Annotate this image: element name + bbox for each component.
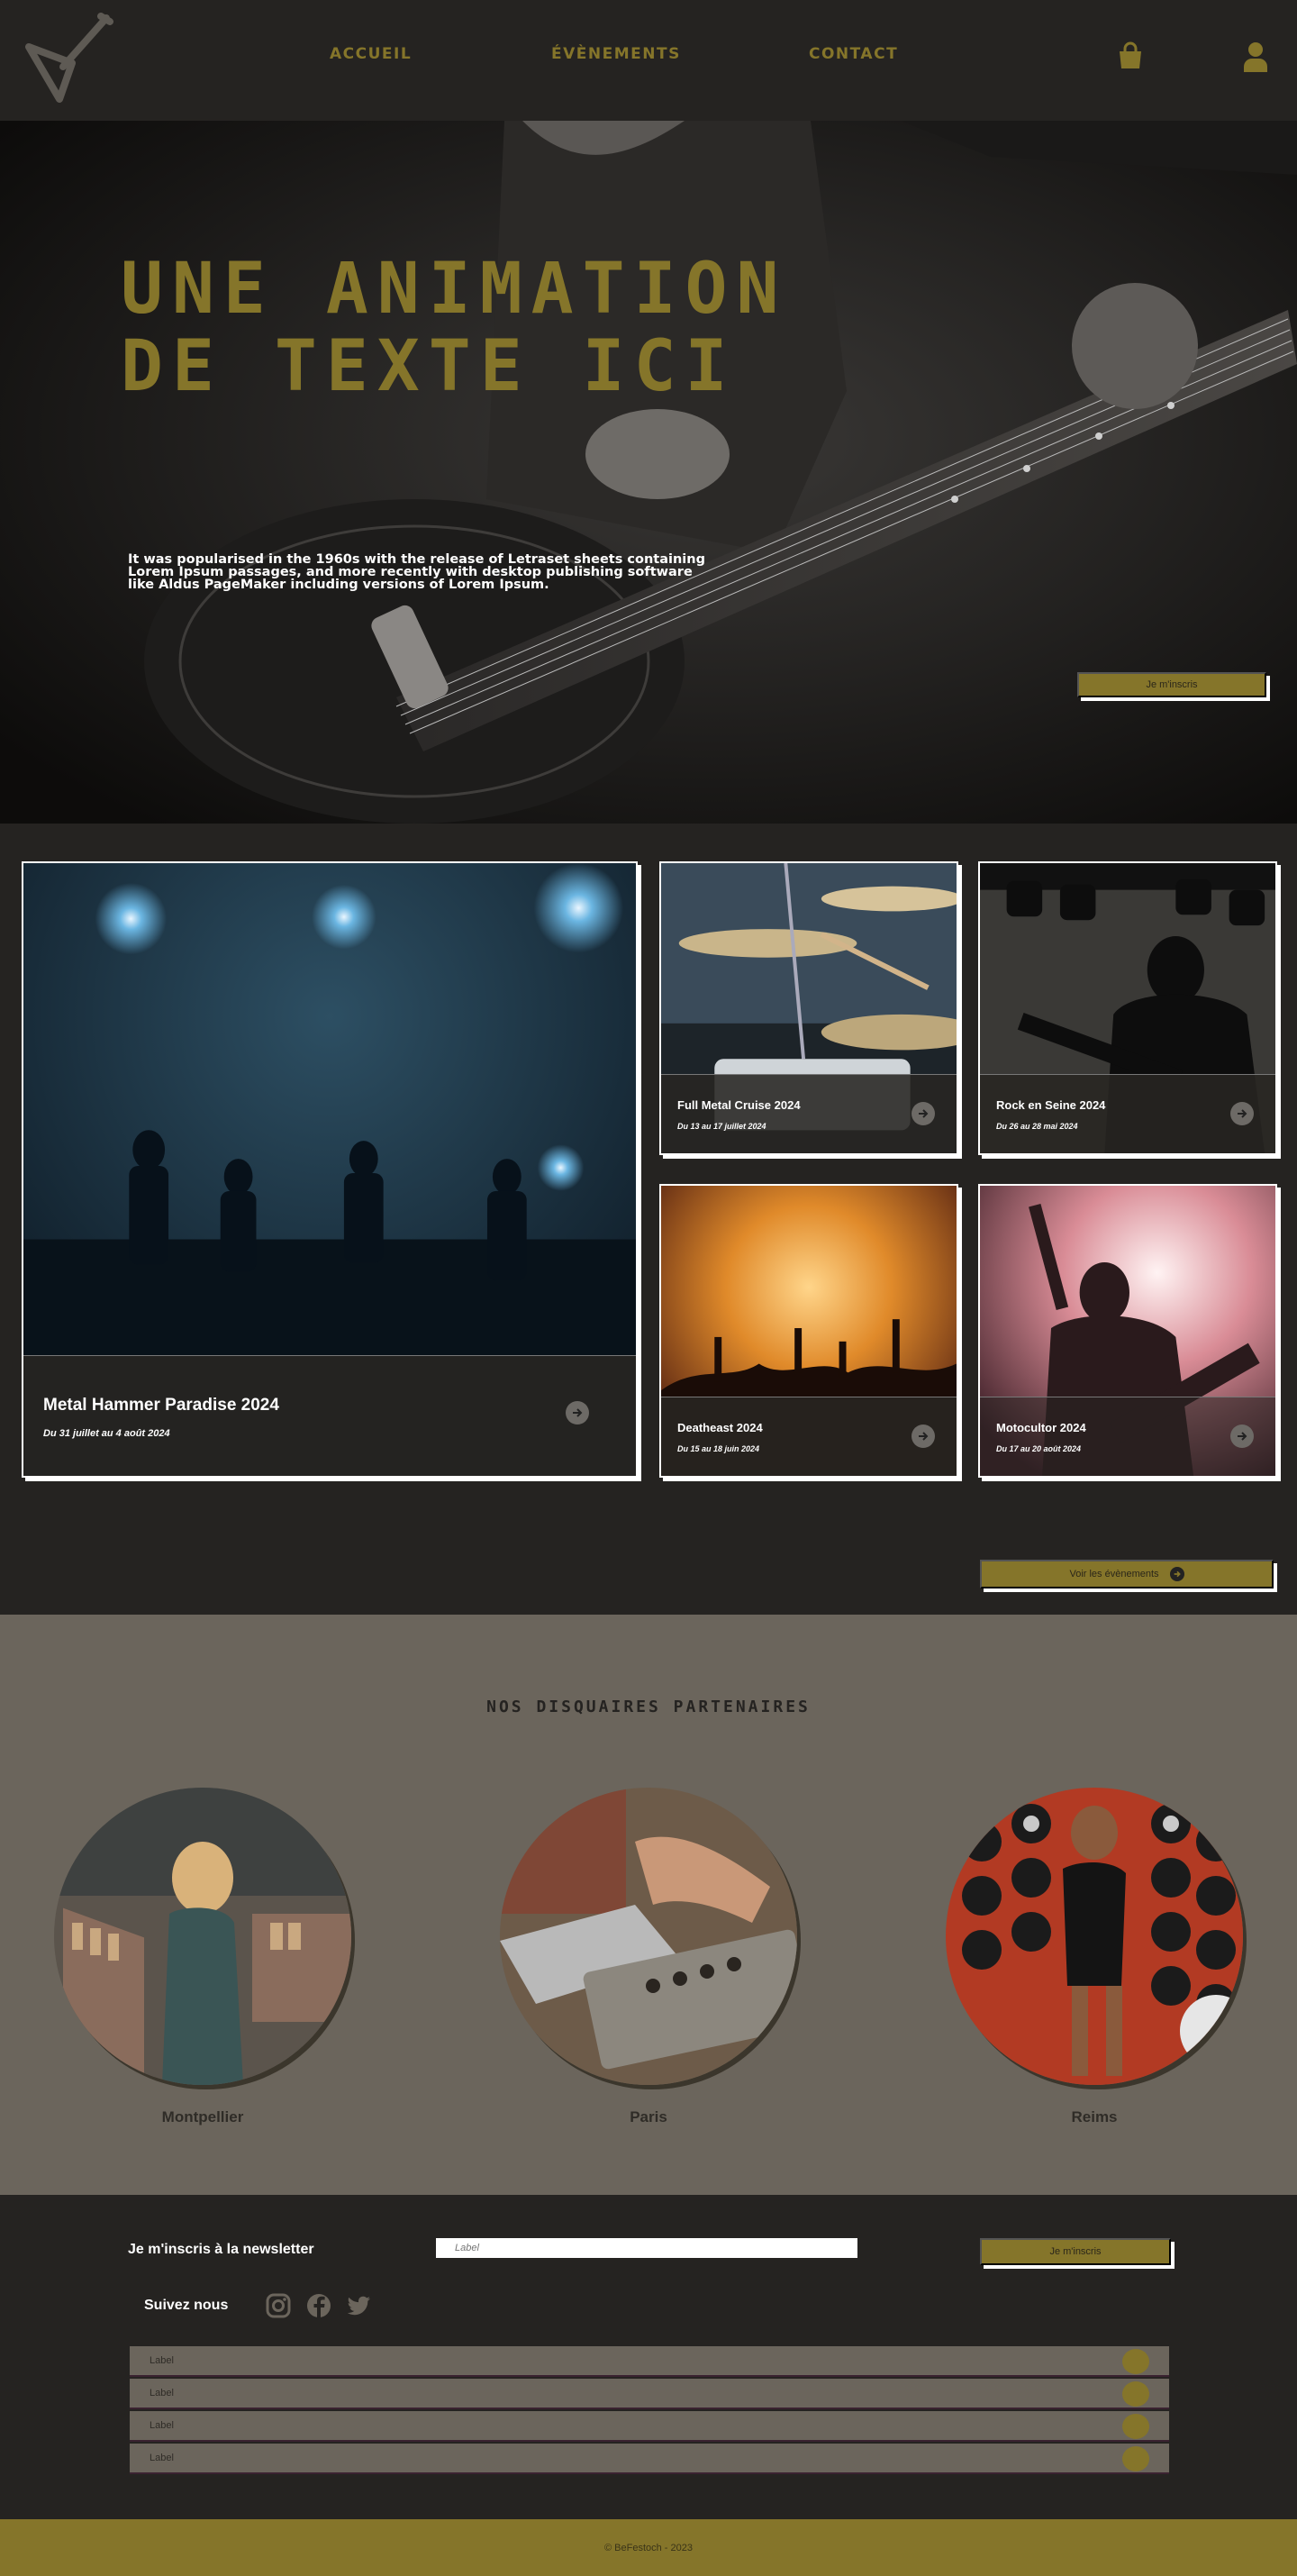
arrow-right-icon[interactable] (1230, 1102, 1254, 1125)
accordion-item[interactable]: Label (130, 2444, 1169, 2474)
event-date: Du 31 juillet au 4 août 2024 (43, 1428, 170, 1439)
event-date: Du 15 au 18 juin 2024 (677, 1444, 760, 1453)
guitar-logo-icon[interactable] (20, 13, 115, 103)
accordion-label: Label (150, 2355, 174, 2366)
partner-paris-image[interactable] (500, 1788, 797, 2085)
event-card-metal-hammer[interactable]: Metal Hammer Paradise 2024 Du 31 juillet… (22, 861, 638, 1478)
event-card-rock-en-seine[interactable]: Rock en Seine 2024 Du 26 au 28 mai 2024 (978, 861, 1277, 1155)
newsletter-signup-button[interactable]: Je m'inscris (980, 2238, 1171, 2265)
event-title: Motocultor 2024 (996, 1421, 1086, 1434)
event-date: Du 13 au 17 juillet 2024 (677, 1122, 766, 1131)
event-title: Full Metal Cruise 2024 (677, 1098, 801, 1112)
accordion-toggle-icon[interactable] (1122, 2349, 1149, 2374)
event-title: Rock en Seine 2024 (996, 1098, 1106, 1112)
accordion-item[interactable]: Label (130, 2346, 1169, 2377)
event-date: Du 26 au 28 mai 2024 (996, 1122, 1078, 1131)
partner-reims-label: Reims (1071, 2108, 1118, 2125)
event-card-bar: Motocultor 2024 Du 17 au 20 août 2024 (980, 1397, 1275, 1476)
hero-text: It was popularised in the 1960s with the… (128, 552, 705, 592)
event-card-full-metal-cruise[interactable]: Full Metal Cruise 2024 Du 13 au 17 juill… (659, 861, 958, 1155)
partner-montpellier-label: Montpellier (161, 2108, 244, 2125)
event-card-deatheast[interactable]: Deatheast 2024 Du 15 au 18 juin 2024 (659, 1184, 958, 1478)
vinyl-wall-photo (946, 1788, 1243, 2085)
accordion-toggle-icon[interactable] (1122, 2446, 1149, 2471)
accordion-label: Label (150, 2420, 174, 2431)
site-footer: Je m'inscris à la newsletter Je m'inscri… (0, 2195, 1297, 2519)
event-title: Metal Hammer Paradise 2024 (43, 1396, 279, 1415)
event-card-bar: Metal Hammer Paradise 2024 Du 31 juillet… (23, 1355, 636, 1476)
newsletter-label: Je m'inscris à la newsletter (128, 2242, 314, 2257)
accordion-item[interactable]: Label (130, 2411, 1169, 2442)
dj-mixer-photo (500, 1788, 797, 2085)
partners-title: NOS DISQUAIRES PARTENAIRES (486, 1698, 811, 1716)
accordion-item[interactable]: Label (130, 2379, 1169, 2409)
see-events-button[interactable]: Voir les évènements (980, 1560, 1274, 1588)
partner-paris-label: Paris (630, 2108, 667, 2125)
hero-signup-button[interactable]: Je m'inscris (1077, 672, 1266, 697)
accordion-label: Label (150, 2453, 174, 2463)
newsletter-email-input[interactable] (436, 2238, 857, 2258)
partners-section: NOS DISQUAIRES PARTENAIRES Montpellier P… (0, 1615, 1297, 2195)
site-header: ACCUEIL ÉVÈNEMENTS CONTACT (0, 0, 1297, 121)
arrow-right-icon[interactable] (1230, 1425, 1254, 1448)
event-date: Du 17 au 20 août 2024 (996, 1444, 1082, 1453)
arrow-right-icon[interactable] (912, 1102, 935, 1125)
hero-section: UNE ANIMATION DE TEXTE ICI It was popula… (0, 121, 1297, 824)
events-section: Metal Hammer Paradise 2024 Du 31 juillet… (0, 824, 1297, 1615)
hero-guitarist-photo (0, 121, 1297, 824)
shopping-bag-icon[interactable] (1117, 41, 1144, 70)
event-card-bar: Deatheast 2024 Du 15 au 18 juin 2024 (661, 1397, 957, 1476)
event-card-bar: Full Metal Cruise 2024 Du 13 au 17 juill… (661, 1074, 957, 1153)
event-title: Deatheast 2024 (677, 1421, 763, 1434)
arrow-right-icon[interactable] (566, 1401, 589, 1425)
partner-montpellier-image[interactable] (54, 1788, 351, 2085)
event-card-bar: Rock en Seine 2024 Du 26 au 28 mai 2024 (980, 1074, 1275, 1153)
nav-evenements[interactable]: ÉVÈNEMENTS (551, 45, 681, 63)
see-events-label: Voir les évènements (1069, 1569, 1159, 1579)
follow-us-label: Suivez nous (144, 2298, 229, 2313)
nav-accueil[interactable]: ACCUEIL (330, 45, 412, 63)
accordion-label: Label (150, 2388, 174, 2399)
arrow-right-icon[interactable] (912, 1425, 935, 1448)
user-icon[interactable] (1243, 41, 1268, 72)
copyright-bar: © BeFestoch - 2023 (0, 2519, 1297, 2576)
partner-reims-image[interactable] (946, 1788, 1243, 2085)
accordion-toggle-icon[interactable] (1122, 2381, 1149, 2407)
nav-contact[interactable]: CONTACT (809, 45, 898, 63)
facebook-icon[interactable] (305, 2292, 332, 2319)
instagram-icon[interactable] (265, 2292, 292, 2319)
hero-title: UNE ANIMATION DE TEXTE ICI (121, 249, 788, 407)
twitter-icon[interactable] (346, 2292, 373, 2319)
record-store-photo (54, 1788, 351, 2085)
accordion-toggle-icon[interactable] (1122, 2414, 1149, 2439)
event-card-motocultor[interactable]: Motocultor 2024 Du 17 au 20 août 2024 (978, 1184, 1277, 1478)
arrow-right-icon (1169, 1567, 1184, 1581)
copyright-text: © BeFestoch - 2023 (604, 2543, 693, 2553)
